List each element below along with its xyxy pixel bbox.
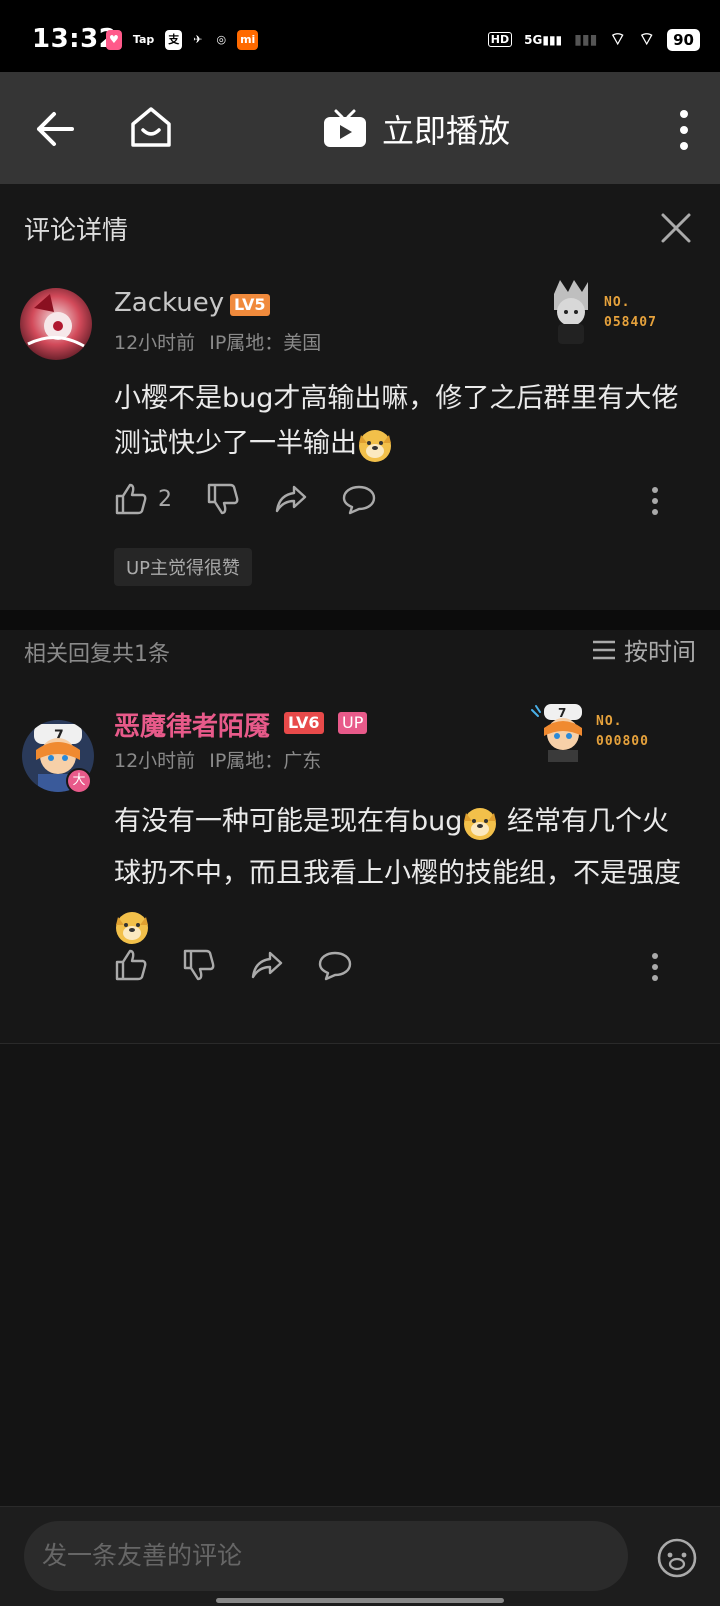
reply-actions xyxy=(114,948,386,982)
more-vertical-icon[interactable] xyxy=(676,108,692,152)
signal-icon: ▮▮▮ xyxy=(574,31,598,48)
tap-app-icon: Tap xyxy=(132,33,155,46)
thumbs-up-icon xyxy=(115,483,147,515)
doge-emoji-icon xyxy=(359,429,391,462)
status-bar: 13:32 ♥ Tap 支 ✈ ◎ mi HD 5G▮▮▮ ▮▮▮ ⌔ ⌔ 90 xyxy=(0,0,720,72)
reply-ip: IP属地：广东 xyxy=(209,750,322,772)
comment-input[interactable]: 发一条友善的评论 xyxy=(24,1521,628,1591)
fan-number-label: NO. xyxy=(596,714,623,729)
app-icon: ◎ xyxy=(216,33,227,46)
mi-app-icon: mi xyxy=(237,30,259,50)
top-bar: 立即播放 xyxy=(0,72,720,184)
share-icon xyxy=(275,485,307,513)
thumbs-up-icon xyxy=(115,949,147,981)
comment-input-bar: 发一条友善的评论 xyxy=(0,1506,720,1606)
section-divider xyxy=(0,610,720,630)
tv-play-icon xyxy=(324,109,366,147)
reply-username[interactable]: 恶魔律者陌魇 xyxy=(114,706,270,743)
fan-character-icon xyxy=(554,280,588,344)
comment-detail-title: 评论详情 xyxy=(24,216,129,246)
fan-number-label: NO. xyxy=(604,295,631,310)
back-arrow-icon[interactable] xyxy=(34,108,76,150)
svg-text:7: 7 xyxy=(558,706,566,720)
home-indicator[interactable] xyxy=(216,1598,504,1603)
like-count: 2 xyxy=(158,486,172,512)
comment-text-content: 小樱不是bug才高输出嘛，修了之后群里有大佬测试快少了一半输出 xyxy=(114,383,679,459)
fan-number: NO. 058407 xyxy=(604,293,657,333)
reply-button[interactable] xyxy=(342,482,376,516)
notification-icons: ♥ Tap 支 ✈ ◎ mi xyxy=(106,30,259,50)
dislike-button[interactable] xyxy=(206,482,240,516)
battery-level: 90 xyxy=(673,30,694,49)
reply-text: 有没有一种可能是现在有bug 经常有几个火球扔不中，而且我看上小樱的技能组，不是… xyxy=(114,796,684,952)
wifi-icon: ⌔ xyxy=(609,29,627,50)
fan-character-icon: 7 xyxy=(531,704,582,762)
doge-emoji-icon xyxy=(464,807,497,840)
fan-number-value: 058407 xyxy=(604,315,657,330)
fan-number-value: 000800 xyxy=(596,734,649,749)
reply-time: 12小时前 xyxy=(114,750,196,772)
level-badge: LV5 xyxy=(230,294,270,316)
up-liked-tag: UP主觉得很赞 xyxy=(114,548,253,586)
wifi-icon: ⌔ xyxy=(638,29,656,50)
fan-number-badge: 7 NO. 000800 xyxy=(530,702,649,762)
comment-more-icon[interactable] xyxy=(651,486,659,516)
comment-ip: IP属地：美国 xyxy=(209,332,322,354)
share-icon xyxy=(251,951,283,979)
sort-button[interactable]: 按时间 xyxy=(592,632,696,667)
system-icons: HD 5G▮▮▮ ▮▮▮ ⌔ ⌔ 90 xyxy=(487,28,700,51)
comment-bubble-icon xyxy=(342,485,376,515)
avatar-badge: 大 xyxy=(66,768,92,794)
hd-icon: HD xyxy=(487,32,513,47)
home-icon[interactable] xyxy=(128,104,174,150)
reply-button[interactable] xyxy=(318,948,352,982)
avatar-art xyxy=(27,294,85,348)
reply-more-icon[interactable] xyxy=(651,952,659,982)
signal-5g-icon: 5G▮▮▮ xyxy=(524,32,563,47)
status-time: 13:32 xyxy=(32,24,118,54)
fan-number-badge: NO. 058407 xyxy=(548,280,657,346)
comment-bubble-icon xyxy=(318,951,352,981)
fan-number: NO. 000800 xyxy=(596,712,649,752)
reply-text-part-a: 有没有一种可能是现在有bug xyxy=(114,806,463,837)
share-button[interactable] xyxy=(250,948,284,982)
avatar[interactable] xyxy=(20,288,92,360)
up-badge: UP xyxy=(338,712,368,734)
network-type: 5G xyxy=(524,32,543,47)
replies-section: 相关回复共1条 按时间 7 大 恶魔律者陌魇 LV6 UP 12小时前 IP属地… xyxy=(0,630,720,1044)
play-now-label: 立即播放 xyxy=(382,112,511,150)
dislike-button[interactable] xyxy=(182,948,216,982)
close-icon[interactable] xyxy=(660,212,692,244)
comment-username[interactable]: Zackuey xyxy=(114,288,224,318)
emoji-icon[interactable] xyxy=(656,1537,698,1579)
app-icon: ✈ xyxy=(193,33,203,46)
play-now-button[interactable]: 立即播放 xyxy=(322,106,510,152)
comment-text: 小樱不是bug才高输出嘛，修了之后群里有大佬测试快少了一半输出 xyxy=(114,376,684,466)
sort-list-icon xyxy=(593,640,615,659)
like-button[interactable] xyxy=(114,948,148,982)
level-badge: LV6 xyxy=(284,712,324,734)
share-button[interactable] xyxy=(274,482,308,516)
replies-count: 相关回复共1条 xyxy=(24,642,170,667)
app-icon: 支 xyxy=(165,30,183,50)
thumbs-down-icon xyxy=(207,483,239,515)
reply-meta: 12小时前 IP属地：广东 xyxy=(114,746,321,773)
doge-emoji-icon xyxy=(116,911,148,944)
app-icon: ♥ xyxy=(106,30,122,50)
sort-label: 按时间 xyxy=(624,638,696,666)
thumbs-down-icon xyxy=(183,949,215,981)
comment-meta: 12小时前 IP属地：美国 xyxy=(114,328,321,355)
comment-actions: 2 xyxy=(114,482,410,516)
battery-icon: 90 xyxy=(667,28,700,51)
reply-divider xyxy=(0,1043,720,1044)
like-button[interactable]: 2 xyxy=(114,482,172,516)
comment-time: 12小时前 xyxy=(114,332,196,354)
comment-detail-section: 评论详情 Zackuey LV5 12小时前 IP属地：美国 NO. 05840… xyxy=(0,184,720,610)
